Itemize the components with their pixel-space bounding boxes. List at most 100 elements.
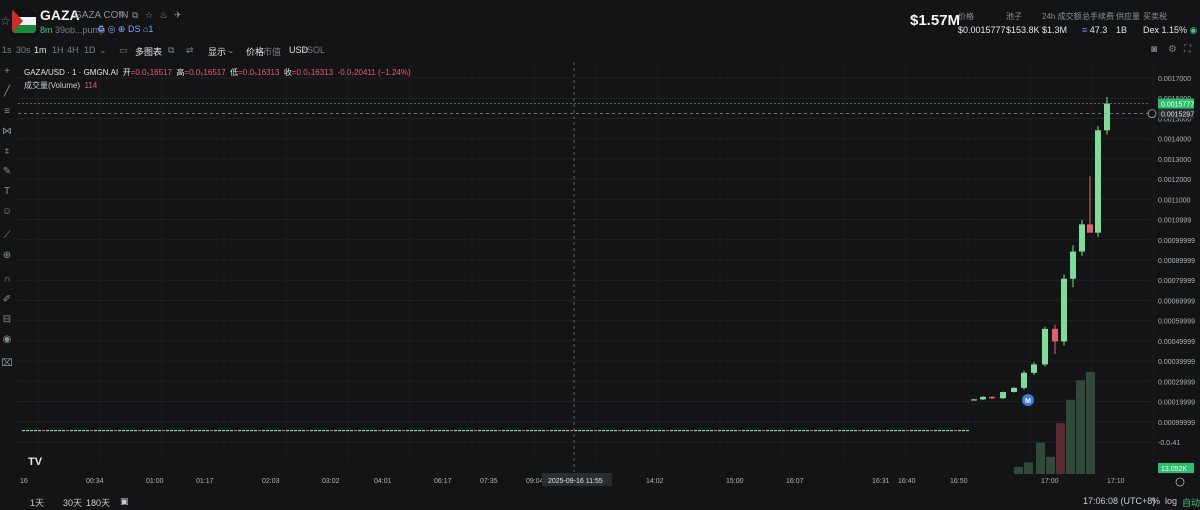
candle (138, 429, 141, 432)
candle (850, 429, 853, 432)
candle (542, 429, 545, 432)
pitchfork-icon[interactable]: ⋈ (1, 126, 13, 138)
candle (190, 429, 193, 432)
candle (654, 429, 657, 432)
candle (1070, 251, 1076, 279)
candle (646, 429, 649, 432)
candle (478, 429, 481, 432)
candle (406, 429, 409, 432)
settings-icon[interactable]: ⚙ (1168, 44, 1177, 55)
candle (770, 429, 773, 432)
candle (250, 429, 253, 432)
candle (898, 429, 901, 432)
candle (714, 429, 717, 432)
trash-icon[interactable]: ⌧ (1, 358, 13, 370)
auto-scale-toggle[interactable]: 自动 (1182, 496, 1200, 509)
interval-1d[interactable]: 1D (84, 45, 96, 55)
multi-chart-button[interactable]: 多图表 (135, 45, 162, 58)
zoom-icon[interactable]: ⊕ (1, 250, 13, 262)
log-toggle[interactable]: log (1165, 496, 1177, 506)
candle (682, 429, 685, 432)
candle (662, 429, 665, 432)
mcap-toggle[interactable]: 市值 (263, 45, 281, 58)
candle (930, 429, 933, 432)
sol-toggle[interactable]: SOL (307, 45, 325, 55)
candle (530, 429, 533, 432)
display-button[interactable]: 显示 (208, 45, 226, 58)
stat-volume-24h: 24h 成交额 $1.3M (1042, 12, 1082, 35)
camera-icon[interactable]: ◙ (1151, 44, 1157, 55)
brush-icon[interactable]: ✎ (1, 166, 13, 178)
crosshair-price-label: 0.0015297 (1161, 112, 1194, 119)
candle (394, 429, 397, 432)
favorite-star-icon[interactable]: ☆ (0, 14, 11, 28)
candle (618, 429, 621, 432)
candle (962, 429, 965, 432)
candle (146, 429, 149, 432)
fullscreen-icon[interactable]: ⛶ (1184, 44, 1191, 55)
pair-label: GAZA/USD · 1 · GMGN.AI (24, 68, 119, 77)
candle (910, 429, 913, 432)
interval-1s[interactable]: 1s (2, 45, 12, 55)
token-action-icons[interactable]: ✎ ⧉ ☆ ♨ ✈ (118, 10, 184, 21)
multi-chart-icon[interactable]: ▭ (119, 45, 128, 56)
candle (694, 429, 697, 432)
candle (894, 429, 897, 432)
candle (1095, 130, 1101, 233)
time-axis-label: 2025-09-16 11:55 (548, 478, 603, 485)
candle (622, 429, 625, 432)
candle (318, 429, 321, 432)
time-axis-label: 01:17 (196, 478, 214, 485)
interval-dropdown-icon[interactable]: ⌄ (99, 45, 107, 56)
horizontal-lines-icon[interactable]: ≡ (1, 106, 13, 118)
candle (666, 429, 669, 432)
price-chart[interactable]: 0.00170000.00160000.00150000.00140000.00… (18, 62, 1198, 502)
price-toggle[interactable]: 价格 (246, 45, 264, 58)
candle (382, 429, 385, 432)
candle (38, 429, 41, 432)
candle (430, 429, 433, 432)
interval-4h[interactable]: 4H (67, 45, 79, 55)
indicator-icon[interactable]: ⧉ (168, 45, 174, 56)
candle (842, 429, 845, 432)
candle (1021, 372, 1027, 388)
candle (118, 429, 121, 432)
range-30d[interactable]: 30天 (63, 496, 82, 509)
magnet-icon[interactable]: ∩ (1, 274, 13, 286)
compare-icon[interactable]: ⇄ (186, 45, 194, 56)
candle (450, 429, 453, 432)
candle (690, 429, 693, 432)
social-links[interactable]: ♻ ◎ ⊕ DS ⌂1 (97, 24, 153, 35)
price-axis-label: 0.00059999 (1158, 319, 1195, 326)
token-age: 8m (40, 25, 53, 35)
fib-icon[interactable]: ⧧ (1, 146, 13, 158)
time-axis-label: 16:07 (786, 478, 804, 485)
interval-1h[interactable]: 1H (52, 45, 64, 55)
candle (262, 429, 265, 432)
interval-1m[interactable]: 1m (34, 45, 47, 55)
calendar-icon[interactable]: ▣ (120, 496, 129, 507)
emoji-icon[interactable]: ☺ (1, 206, 13, 218)
candle (474, 429, 477, 432)
display-dropdown-icon[interactable]: ⌄ (227, 45, 235, 56)
candle (1011, 387, 1017, 393)
candle (934, 429, 937, 432)
candle (102, 429, 105, 432)
token-logo (12, 9, 36, 33)
range-1d[interactable]: 1天 (30, 496, 44, 509)
range-180d[interactable]: 180天 (86, 496, 110, 509)
candle (538, 429, 541, 432)
percent-toggle[interactable]: % (1152, 496, 1160, 506)
ruler-icon[interactable]: ⟋ (1, 230, 13, 242)
eye-icon[interactable]: ◉ (1, 334, 13, 346)
candle (182, 429, 185, 432)
candle (338, 429, 341, 432)
text-icon[interactable]: T (1, 186, 13, 198)
price-axis-label: 0.00099999 (1158, 420, 1195, 427)
crosshair-icon[interactable]: + (1, 66, 13, 78)
trendline-icon[interactable]: ╱ (1, 86, 13, 98)
lock-icon[interactable]: ⊟ (1, 314, 13, 326)
candle (362, 429, 365, 432)
interval-30s[interactable]: 30s (16, 45, 31, 55)
lock-drawings-icon[interactable]: ✐ (1, 294, 13, 306)
